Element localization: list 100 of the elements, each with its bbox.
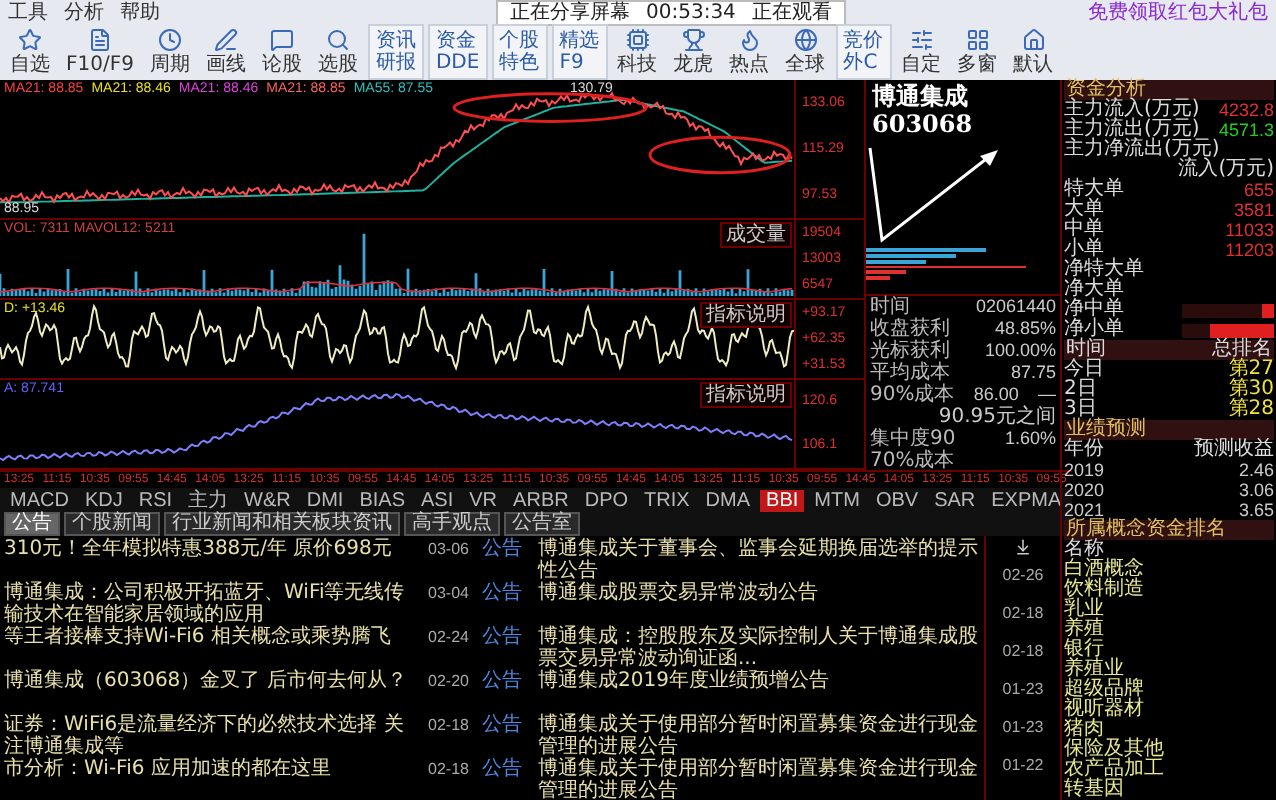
news-tab[interactable]: 高手观点 [404,512,500,536]
news-tab[interactable]: 公告室 [504,512,580,536]
news-headline[interactable]: 博通集成（603068）金叉了 后市何去何从？ [4,670,420,714]
news-date: 01-23 [1002,678,1044,702]
toolbar-link[interactable]: 竞价 [843,30,884,52]
concept-item[interactable]: 白酒概念 [1064,560,1144,580]
indicator-tab[interactable]: ASI [415,489,460,511]
toolbar-link[interactable]: 外C [843,52,884,74]
info-value: 1.60% [1004,428,1056,450]
info-value: 02061440 [975,296,1056,318]
concept-item[interactable]: 转基因 [1064,780,1124,800]
announcement-link[interactable]: 博通集成股票交易异常波动公告 [538,582,980,626]
concept-item[interactable]: 猪肉 [1064,720,1104,740]
indicator-tab[interactable]: ARBR [507,489,575,511]
indicator-tab[interactable]: SAR [928,489,982,511]
news-date: 01-23 [1002,716,1044,740]
star-icon [18,28,42,52]
news-headline[interactable]: 等王者接棒支持Wi-Fi6 相关概念或乘势腾飞 [4,626,420,670]
indicator-tab[interactable]: TRIX [638,489,696,511]
toolbar-button[interactable]: 自定 [895,25,948,79]
toolbar-button[interactable]: 科技 [611,25,664,79]
concept-item[interactable]: 乳业 [1064,600,1104,620]
fund-value: 4232.8 [1218,100,1274,120]
announcement-link[interactable]: 博通集成2019年度业绩预增公告 [538,670,980,714]
announcement-date: 02-24 [428,626,471,650]
indicator-tab[interactable]: VR [463,489,504,511]
toolbar-button[interactable]: 热点 [723,25,776,79]
news-headline[interactable]: 证券：WiFi6是流量经济下的必然技术选择 关注博通集成等 [4,714,420,758]
indicator-tab[interactable]: BBI [760,489,805,511]
indicator-tab[interactable]: 主力 [182,489,235,511]
toolbar-link[interactable]: F9 [559,52,600,74]
toolbar-button[interactable]: 龙虎 [667,25,720,79]
fund-label: 主力流出(万元) [1064,120,1200,140]
announcement-date: 03-06 [428,538,471,562]
toolbar-button[interactable]: 周期 [143,25,196,79]
announcement-link[interactable]: 博通集成：控股股东及实际控制人关于博通集成股票交易异常波动询证函... [538,626,980,670]
concept-item[interactable]: 饮料制造 [1064,580,1144,600]
toolbar-button[interactable]: F10/F9 [60,25,140,79]
indicator-help-button[interactable]: 指标说明 [700,382,792,408]
announcement-link[interactable]: 博通集成关于使用部分暂时闲置募集资金进行现金管理的进展公告 [538,758,980,800]
toolbar-button[interactable]: 画线 [199,25,252,79]
menu-item[interactable]: 工具 [8,1,48,23]
announcement-link[interactable]: 博通集成关于董事会、监事会延期换届选举的提示性公告 [538,538,980,582]
table-cell: 3.65 [1238,500,1274,520]
concept-item[interactable]: 养殖业 [1064,660,1124,680]
indicator-tab[interactable]: DPO [578,489,635,511]
menu-item[interactable]: 帮助 [120,1,160,23]
indicator-tab[interactable]: KDJ [78,489,129,511]
concept-item[interactable]: 农产品加工 [1064,760,1164,780]
indicator-tab[interactable]: MTM [808,489,866,511]
indicator-tab[interactable]: DMI [300,489,350,511]
news-tab[interactable]: 公告 [4,512,60,536]
concept-item[interactable]: 保险及其他 [1064,740,1164,760]
news-headline[interactable]: 310元！全年模拟特惠388元/年 原价698元 [4,538,420,582]
volume-button[interactable]: 成交量 [720,222,792,248]
news-headline[interactable]: 市分析：Wi-Fi6 应用加速的都在这里 [4,758,420,800]
range-dash: — [1037,384,1056,406]
toolbar-link[interactable]: 资金 [435,30,480,52]
toolbar-link[interactable]: 个股 [499,30,540,52]
announcement-link[interactable]: 博通集成关于使用部分暂时闲置募集资金进行现金管理的进展公告 [538,714,980,758]
indicator-tab[interactable]: W&R [238,489,297,511]
toolbar-button[interactable]: 全球 [779,25,832,79]
trend-arrow-drawing [868,147,998,243]
concept-item[interactable]: 视听器材 [1064,700,1144,720]
indicator-help-button[interactable]: 指标说明 [700,302,792,328]
concept-item[interactable]: 养殖 [1064,620,1104,640]
toolbar-button[interactable]: 自选 [4,25,56,79]
concept-item[interactable]: 银行 [1064,640,1104,660]
info-value: 48.85% [994,318,1056,340]
toolbar-button[interactable]: 多窗 [951,25,1004,79]
toolbar-link[interactable]: DDE [435,52,480,74]
download-icon[interactable] [1014,538,1032,556]
globe-icon [793,28,818,52]
toolbar-link[interactable]: 特色 [499,52,540,74]
indicator-tab[interactable]: EXPMA [985,489,1068,511]
indicator-tab[interactable]: BIAS [353,489,412,511]
column-label: 预测收益 [1194,440,1274,460]
news-date: 02-18 [1002,640,1044,664]
column-label: 总排名 [1212,340,1272,360]
toolbar-link[interactable]: 研报 [375,52,416,74]
info-value: 100.00% [984,340,1056,362]
news-headline[interactable]: 博通集成：公司积极开拓蓝牙、WiFi等无线传输技术在智能家居领域的应用 [4,582,420,626]
news-tab[interactable]: 行业新闻和相关板块资讯 [164,512,400,536]
indicator-tab[interactable]: MACD [4,489,75,511]
concept-item[interactable]: 超级品牌 [1064,680,1144,700]
menu-item[interactable]: 分析 [64,1,104,23]
indicator-tab[interactable]: RSI [132,489,179,511]
indicator-tab[interactable]: OBV [869,489,925,511]
toolbar-link[interactable]: 资讯 [375,30,416,52]
toolbar-link[interactable]: 精选 [559,30,600,52]
news-tab[interactable]: 个股新闻 [64,512,160,536]
indicator-tab[interactable]: DMA [699,489,757,511]
toolbar-button[interactable]: 选股 [311,25,364,79]
promo-link[interactable]: 免费领取红包大礼包 [1088,1,1268,23]
toolbar-button[interactable]: 论股 [255,25,308,79]
column-label: 年份 [1064,440,1104,460]
announcement-tag: 公告 [482,626,538,670]
toolbar-button[interactable]: 默认 [1007,25,1060,79]
highlight-ellipse [648,135,792,175]
order-label: 净小单 [1064,320,1124,340]
